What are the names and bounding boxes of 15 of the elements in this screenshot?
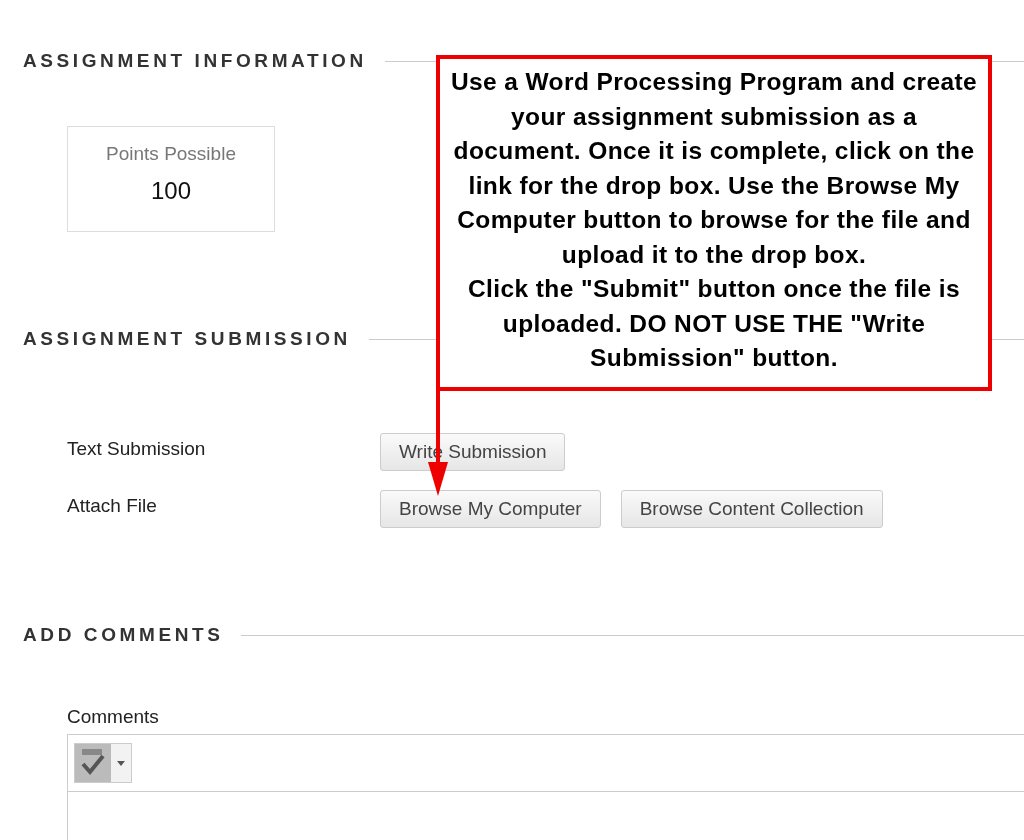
spellcheck-icon [75,744,111,782]
points-label: Points Possible [106,143,236,165]
section-heading: ASSIGNMENT INFORMATION [23,50,367,72]
section-heading: ASSIGNMENT SUBMISSION [23,328,351,350]
comments-label: Comments [67,706,160,728]
callout-text: Use a Word Processing Program and create your assignment submission as a document. Once it is complete, click on the link for the drop box. Use the Browse My Computer button to browse for the file and upload it to the drop box. [450,67,978,270]
points-value: 100 [150,177,191,205]
row-label: Text Submission [66,438,207,460]
callout-text: Click the "Submit" button once the file is uploaded. DO NOT USE THE "Write Submission" button. [467,274,961,373]
submission-button[interactable]: Browse Content Collection [620,490,883,528]
section-heading: ADD COMMENTS [23,624,224,646]
row-label: Attach File [66,495,158,517]
submission-button[interactable]: Browse My Computer [380,490,601,528]
spellcheck-button[interactable] [74,743,132,783]
caret-icon [111,744,131,782]
